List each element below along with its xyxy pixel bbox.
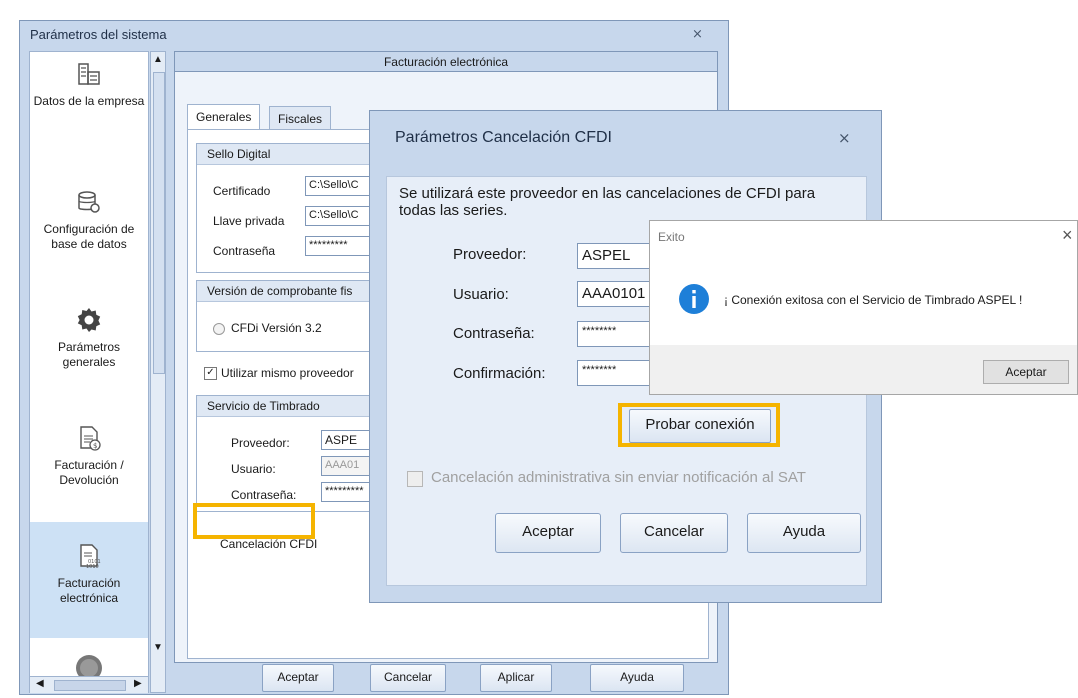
dialog-title: Parámetros Cancelación CFDI	[395, 129, 612, 146]
servicio-timbrado-group: Servicio de Timbrado Proveedor: ASPE Usu…	[196, 395, 388, 512]
nav-horizontal-scrollbar[interactable]: ◀ ▶	[30, 676, 148, 693]
scroll-down-icon[interactable]: ▼	[153, 642, 163, 653]
ayuda-button[interactable]: Ayuda	[590, 664, 684, 692]
close-icon[interactable]: ×	[1062, 225, 1073, 246]
sidebar-item-label: Facturación / Devolución	[54, 458, 124, 487]
scroll-right-icon[interactable]: ▶	[134, 678, 142, 689]
exito-message-box: Exito × ¡ Conexión exitosa con el Servic…	[649, 220, 1078, 395]
title-bar: Parámetros del sistema ⨯	[20, 21, 728, 49]
sidebar-item-facturacion-electronica[interactable]: 0101 1010 Facturación electrónica	[30, 522, 148, 638]
version-radio[interactable]	[213, 323, 225, 335]
confirmacion-label: Confirmación:	[453, 365, 546, 382]
same-provider-label: Utilizar mismo proveedor	[221, 366, 354, 380]
popup-message: ¡ Conexión exitosa con el Servicio de Ti…	[724, 293, 1023, 307]
version-comprobante-group: Versión de comprobante fis CFDi Versión …	[196, 280, 388, 352]
cancelacion-admin-label: Cancelación administrativa sin enviar no…	[431, 469, 806, 486]
probar-conexion-button[interactable]: Probar conexión	[629, 409, 771, 443]
scroll-thumb[interactable]	[54, 680, 126, 691]
popup-title: Exito	[658, 230, 685, 244]
sello-digital-group: Sello Digital Certificado C:\Sello\C Lla…	[196, 143, 388, 273]
cancelacion-cfdi-link[interactable]: Cancelación CFDI	[220, 537, 317, 551]
contrasena-label: Contraseña	[213, 244, 276, 258]
svg-text:1010: 1010	[86, 564, 99, 570]
usuario-label: Usuario:	[453, 286, 509, 303]
aplicar-button[interactable]: Aplicar	[480, 664, 552, 692]
cancelar-button[interactable]: Cancelar	[370, 664, 446, 692]
contrasena-field[interactable]: ********	[577, 321, 657, 347]
llave-privada-label: Llave privada	[213, 214, 285, 228]
tab-fiscales[interactable]: Fiscales	[269, 106, 332, 129]
gear-icon	[77, 308, 101, 332]
invoice-dollar-icon: $	[80, 426, 101, 451]
sidebar-nav: Datos de la empresa Configuración de bas…	[29, 51, 149, 693]
contrasena-label: Contraseña:	[453, 325, 535, 342]
info-icon	[679, 284, 709, 314]
window-title: Parámetros del sistema	[30, 27, 167, 42]
invoice-binary-icon: 0101 1010	[80, 544, 101, 570]
sidebar-item-config-bd[interactable]: Configuración de base de datos	[30, 188, 148, 252]
building-icon	[78, 63, 100, 85]
scroll-up-icon[interactable]: ▲	[153, 54, 163, 65]
proveedor-field[interactable]: ASPEL	[577, 243, 657, 269]
sidebar-item-label: Datos de la empresa	[33, 94, 145, 108]
cancelacion-admin-checkbox[interactable]	[407, 471, 423, 487]
version-option-label: CFDi Versión 3.2	[231, 321, 322, 335]
sidebar-item-facturacion-devolucion[interactable]: $ Facturación / Devolución	[30, 424, 148, 488]
group-header: Versión de comprobante fis	[197, 281, 387, 302]
bottom-button-bar: Aceptar Cancelar Aplicar Ayuda	[174, 664, 718, 693]
same-provider-checkbox[interactable]: ✓	[204, 367, 217, 380]
usuario-label: Usuario:	[231, 462, 276, 476]
sidebar-item-parametros-generales[interactable]: Parámetros generales	[30, 306, 148, 370]
svg-text:$: $	[93, 442, 97, 450]
sidebar-item-label: Facturación electrónica	[57, 576, 121, 605]
aceptar-button[interactable]: Aceptar	[983, 360, 1069, 384]
dialog-description: Se utilizará este proveedor en las cance…	[399, 185, 816, 219]
sidebar-item-label: Parámetros generales	[57, 340, 121, 369]
usuario-field[interactable]: AAA0101	[577, 281, 657, 307]
database-gear-icon	[78, 191, 100, 213]
confirmacion-field[interactable]: ********	[577, 360, 657, 386]
group-header: Servicio de Timbrado	[197, 396, 387, 417]
sidebar-item-label: Configuración de base de datos	[43, 222, 135, 251]
scroll-thumb[interactable]	[153, 72, 165, 374]
popup-footer: Aceptar	[650, 345, 1077, 394]
nav-vertical-scrollbar[interactable]: ▲ ▼	[150, 51, 166, 693]
proveedor-label: Proveedor:	[231, 436, 290, 450]
sidebar-item-datos-empresa[interactable]: Datos de la empresa	[30, 60, 148, 109]
aceptar-button[interactable]: Aceptar	[495, 513, 601, 553]
tab-generales[interactable]: Generales	[187, 104, 261, 129]
proveedor-label: Proveedor:	[453, 246, 527, 263]
aceptar-button[interactable]: Aceptar	[262, 664, 334, 692]
contrasena-label: Contraseña:	[231, 488, 297, 502]
close-icon[interactable]: ⨯	[838, 129, 851, 147]
group-header: Sello Digital	[197, 144, 387, 165]
scroll-left-icon[interactable]: ◀	[36, 678, 44, 689]
close-icon[interactable]: ⨯	[692, 26, 703, 42]
cancelar-button[interactable]: Cancelar	[620, 513, 728, 553]
ayuda-button[interactable]: Ayuda	[747, 513, 861, 553]
certificado-label: Certificado	[213, 184, 271, 198]
panel-title: Facturación electrónica	[175, 52, 717, 72]
